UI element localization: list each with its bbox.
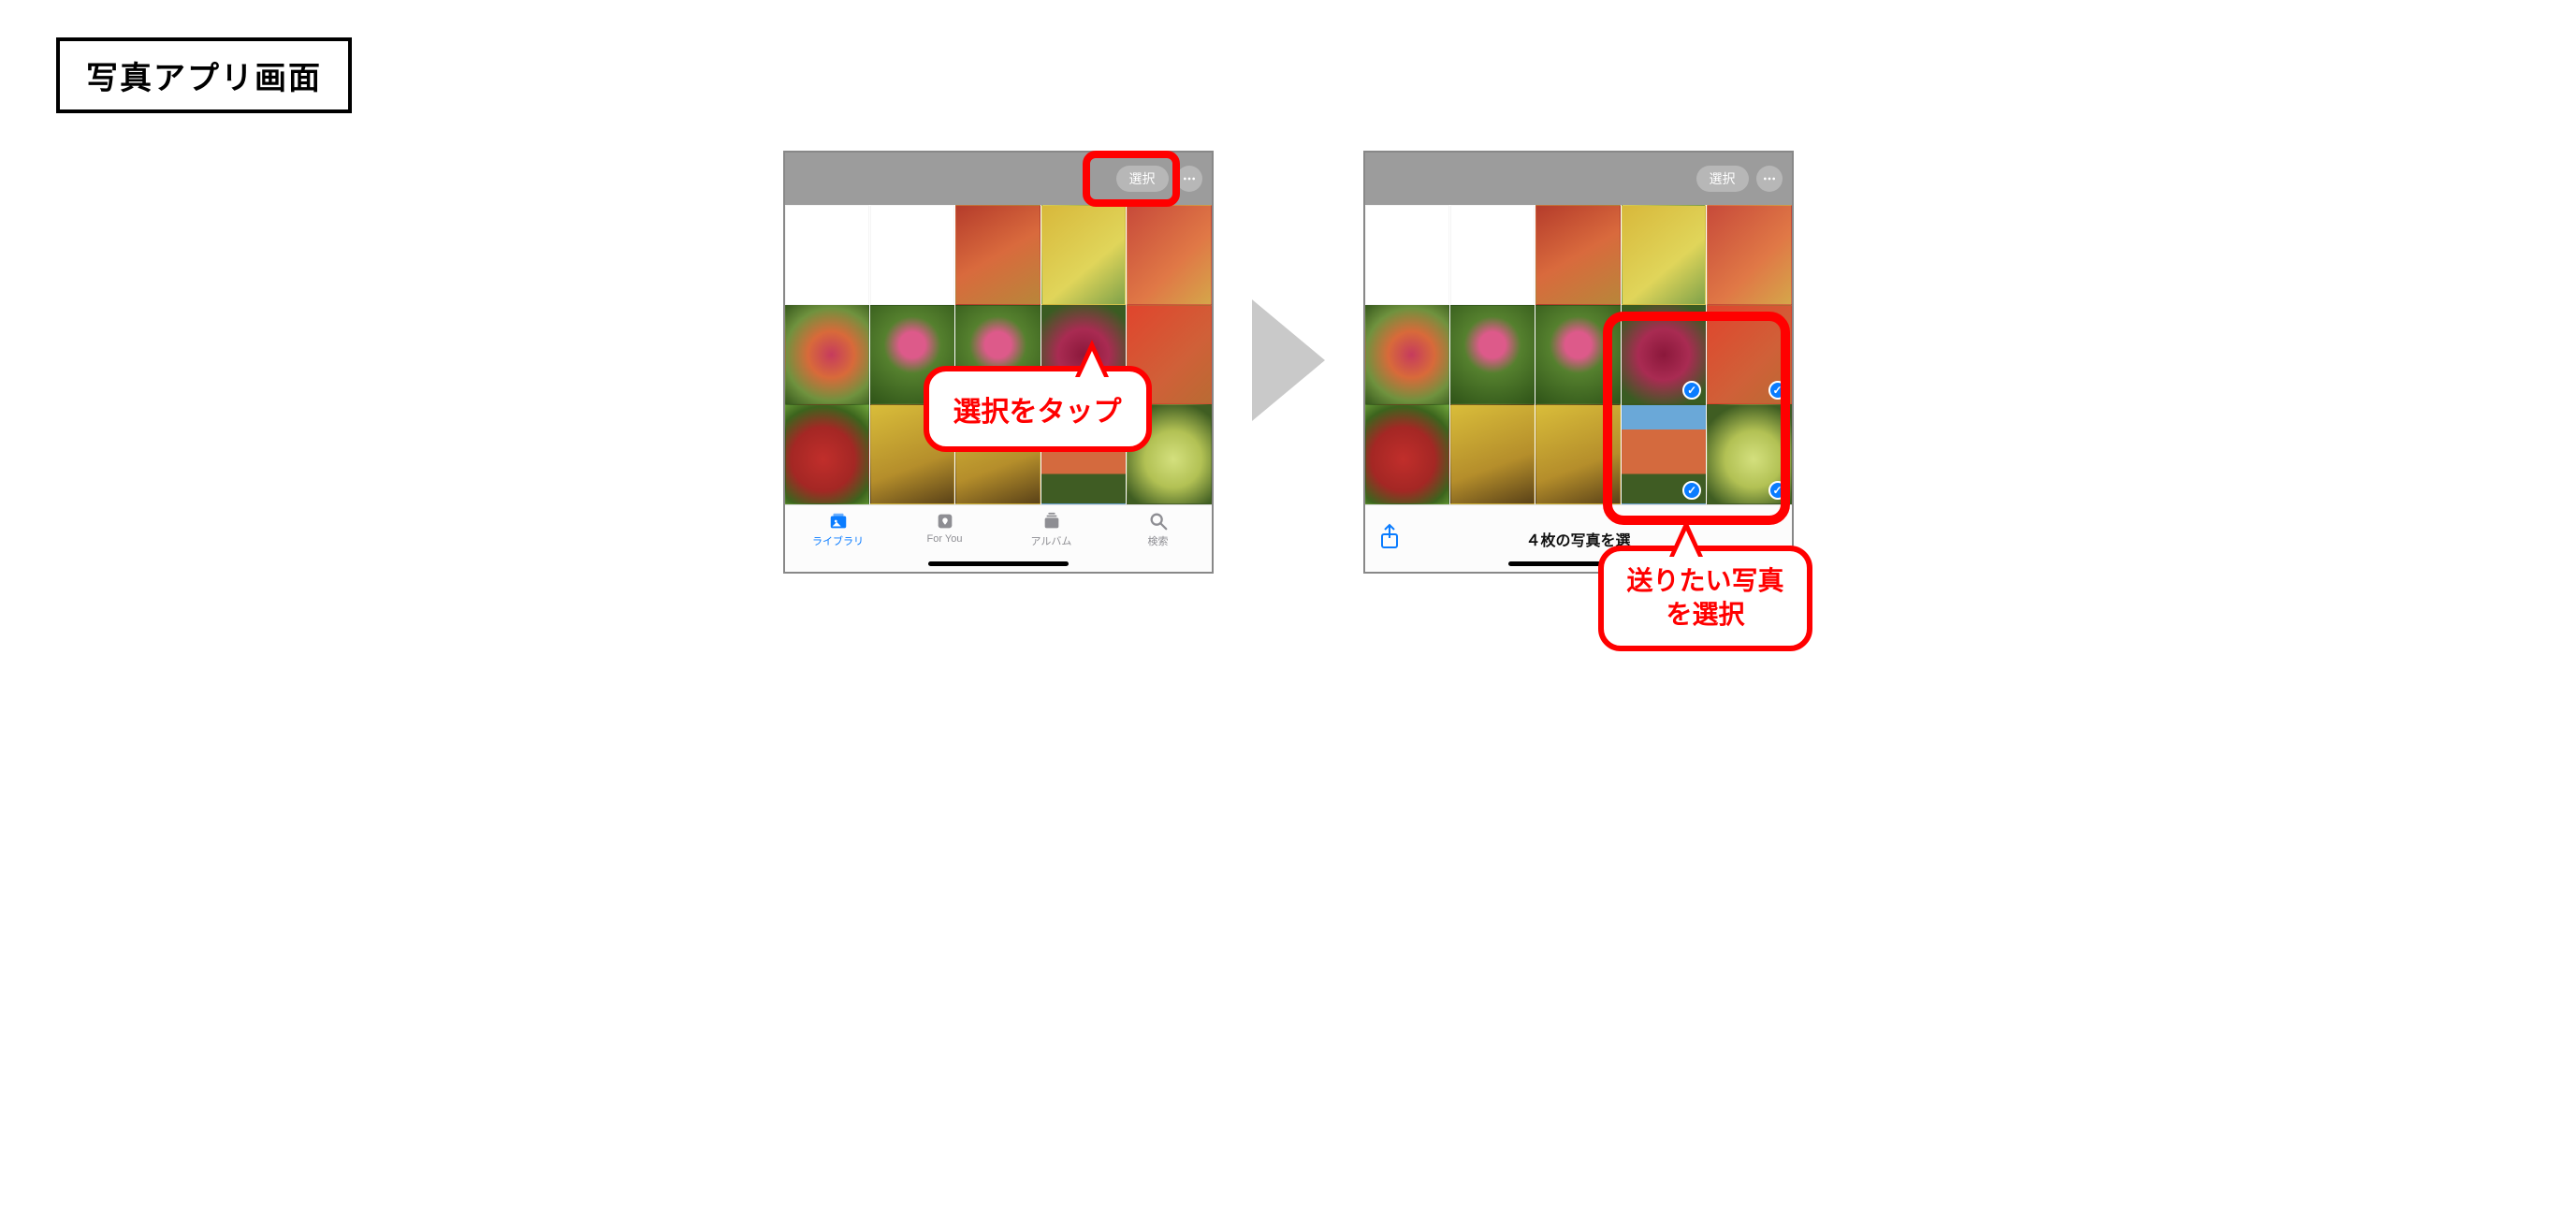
home-indicator xyxy=(928,561,1069,566)
photo-thumb[interactable] xyxy=(1535,205,1620,305)
photo-thumb[interactable] xyxy=(955,205,1040,305)
photo-thumb[interactable] xyxy=(1365,404,1449,504)
search-icon xyxy=(1146,511,1171,531)
tab-bar: ライブラリ For You アルバム 検索 xyxy=(785,504,1212,572)
arrow-icon xyxy=(1251,299,1326,426)
tab-library[interactable]: ライブラリ xyxy=(785,511,892,572)
share-button[interactable] xyxy=(1378,523,1401,554)
photo-grid-left xyxy=(785,205,1212,504)
photo-thumb[interactable] xyxy=(1365,205,1449,305)
annotation-highlight-select xyxy=(1083,151,1180,207)
phone-right-wrap: 送りたい写真 を選択 選択 xyxy=(1363,151,1794,574)
annotation-callout-tap-select: 選択をタップ xyxy=(924,366,1152,452)
tab-search[interactable]: 検索 xyxy=(1105,511,1212,572)
page-title: 写真アプリ画面 xyxy=(56,37,352,113)
tab-foryou-label: For You xyxy=(927,533,963,545)
instruction-stage: 選択をタップ 選択 xyxy=(37,151,2539,574)
albums-icon xyxy=(1040,511,1064,531)
annotation-callout-pick-photos: 送りたい写真 を選択 xyxy=(1598,546,1812,651)
photo-thumb[interactable] xyxy=(785,404,869,504)
photo-thumb[interactable] xyxy=(1707,205,1791,305)
annotation-line1: 送りたい写真 xyxy=(1626,566,1783,595)
tab-library-label: ライブラリ xyxy=(812,533,864,548)
tab-albums-label: アルバム xyxy=(1031,533,1072,548)
photo-thumb[interactable] xyxy=(785,205,869,305)
annotation-line2: を選択 xyxy=(1666,600,1744,629)
more-icon[interactable] xyxy=(1176,166,1202,192)
phone-left-wrap: 選択をタップ 選択 xyxy=(783,151,1214,574)
photo-thumb[interactable] xyxy=(1450,404,1535,504)
more-icon[interactable] xyxy=(1756,166,1783,192)
photo-thumb[interactable] xyxy=(1127,205,1211,305)
photo-thumb[interactable] xyxy=(870,205,954,305)
annotation-highlight-photos xyxy=(1603,312,1790,525)
library-icon xyxy=(826,511,851,531)
phone-right-header: 選択 xyxy=(1365,153,1792,205)
phone-left: 選択 xyxy=(783,151,1214,574)
select-button[interactable]: 選択 xyxy=(1696,166,1749,192)
tab-search-label: 検索 xyxy=(1148,533,1169,548)
foryou-icon xyxy=(933,511,957,531)
photo-thumb[interactable] xyxy=(1450,305,1535,405)
photo-thumb[interactable] xyxy=(1365,305,1449,405)
share-icon xyxy=(1378,523,1401,549)
photo-thumb[interactable] xyxy=(785,305,869,405)
photo-thumb[interactable] xyxy=(1622,205,1706,305)
photo-thumb[interactable] xyxy=(1450,205,1535,305)
photo-thumb[interactable] xyxy=(1041,205,1126,305)
